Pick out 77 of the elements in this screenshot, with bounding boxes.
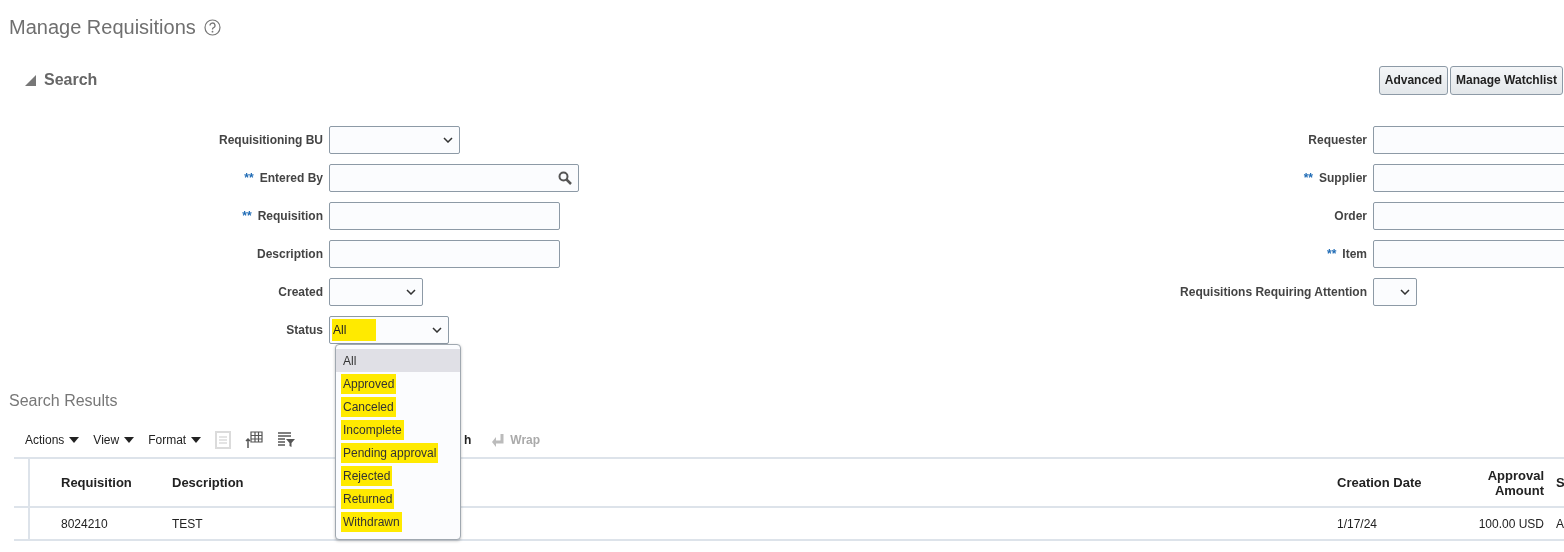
help-icon[interactable] [203,18,221,36]
chevron-down-icon [406,289,416,295]
required-mark: ** [1326,247,1337,261]
chevron-down-icon [443,137,453,143]
input-field[interactable] [1373,240,1564,268]
dropdown-option[interactable]: All [336,349,460,372]
table-cell: 1/17/24 [1337,516,1378,531]
table-cell: TEST [172,516,203,531]
column-header[interactable]: Creation Date [1337,475,1422,490]
input-field[interactable] [1373,126,1564,154]
input-field[interactable] [1373,202,1564,230]
option-label: Incomplete [341,419,404,440]
required-mark: ** [244,171,254,185]
table-cell: A [1556,516,1564,531]
dropdown-option[interactable]: Incomplete [336,418,460,441]
chevron-down-icon [1400,289,1410,295]
field-label: Item [1342,247,1367,261]
table-cell: 100.00 USD [1478,516,1544,531]
dropdown-field[interactable] [329,278,423,306]
input-field[interactable] [329,202,560,230]
toolbar-button[interactable] [245,431,264,449]
action-button[interactable]: Advanced [1378,65,1449,95]
menu-button[interactable]: View [93,433,135,447]
field-label: Entered By [259,171,323,185]
required-mark: ** [1303,171,1313,185]
collapse-triangle-icon[interactable] [25,74,36,86]
option-label: All [342,352,358,370]
field-label: Requisitions Requiring Attention [1180,285,1367,299]
dropdown-option[interactable]: Approved [336,372,460,395]
option-label: Withdrawn [341,511,402,532]
action-button[interactable]: Manage Watchlist [1450,65,1563,95]
column-header[interactable]: Requisition [61,475,132,490]
input-field[interactable] [329,240,560,268]
option-label: Returned [341,488,395,509]
field-label: Created [278,285,323,299]
dropdown-field[interactable] [329,126,460,154]
column-header[interactable]: Description [172,475,244,490]
option-label: Approved [341,373,397,394]
required-mark: ** [242,209,252,223]
search-field[interactable] [329,164,579,192]
search-icon [558,171,572,185]
option-label: Rejected [341,465,393,486]
page-title: Manage Requisitions [9,15,196,39]
caret-icon [124,437,135,443]
filter-table-icon [277,432,297,448]
dropdown-option[interactable]: Rejected [336,464,460,487]
document-icon [215,431,232,449]
option-label: Canceled [341,396,396,417]
field-label: Requisition [257,209,323,223]
return-arrow-icon [491,433,506,447]
table-cell: 8024210 [61,516,108,531]
toolbar-button[interactable]: h [464,433,472,447]
chevron-down-icon [432,327,442,333]
input-field[interactable] [1373,164,1564,192]
section-title: Search [44,71,98,89]
field-label: Order [1334,209,1367,223]
field-label: Supplier [1319,171,1367,185]
dropdown-option[interactable]: Withdrawn [336,510,460,533]
column-header[interactable]: S [1556,475,1564,490]
table-arrow-icon [245,431,264,449]
menu-button[interactable]: Actions [25,433,80,447]
dropdown-field[interactable] [1373,278,1417,306]
section-title: Search Results [9,392,118,410]
dropdown-option[interactable]: Canceled [336,395,460,418]
menu-button[interactable]: Format [148,433,202,447]
caret-icon [69,437,80,443]
field-label: Requisitioning BU [219,133,323,147]
field-label: Status [286,323,323,337]
field-label: Description [257,247,323,261]
option-label: Pending approval [341,442,439,463]
dropdown-field[interactable]: All [329,316,449,344]
toolbar-button[interactable] [277,432,297,448]
column-header[interactable]: Approval Amount [1480,467,1544,498]
dropdown-option[interactable]: Pending approval [336,441,460,464]
field-label: Requester [1308,133,1367,147]
dropdown-option[interactable]: Returned [336,487,460,510]
caret-icon [191,437,202,443]
